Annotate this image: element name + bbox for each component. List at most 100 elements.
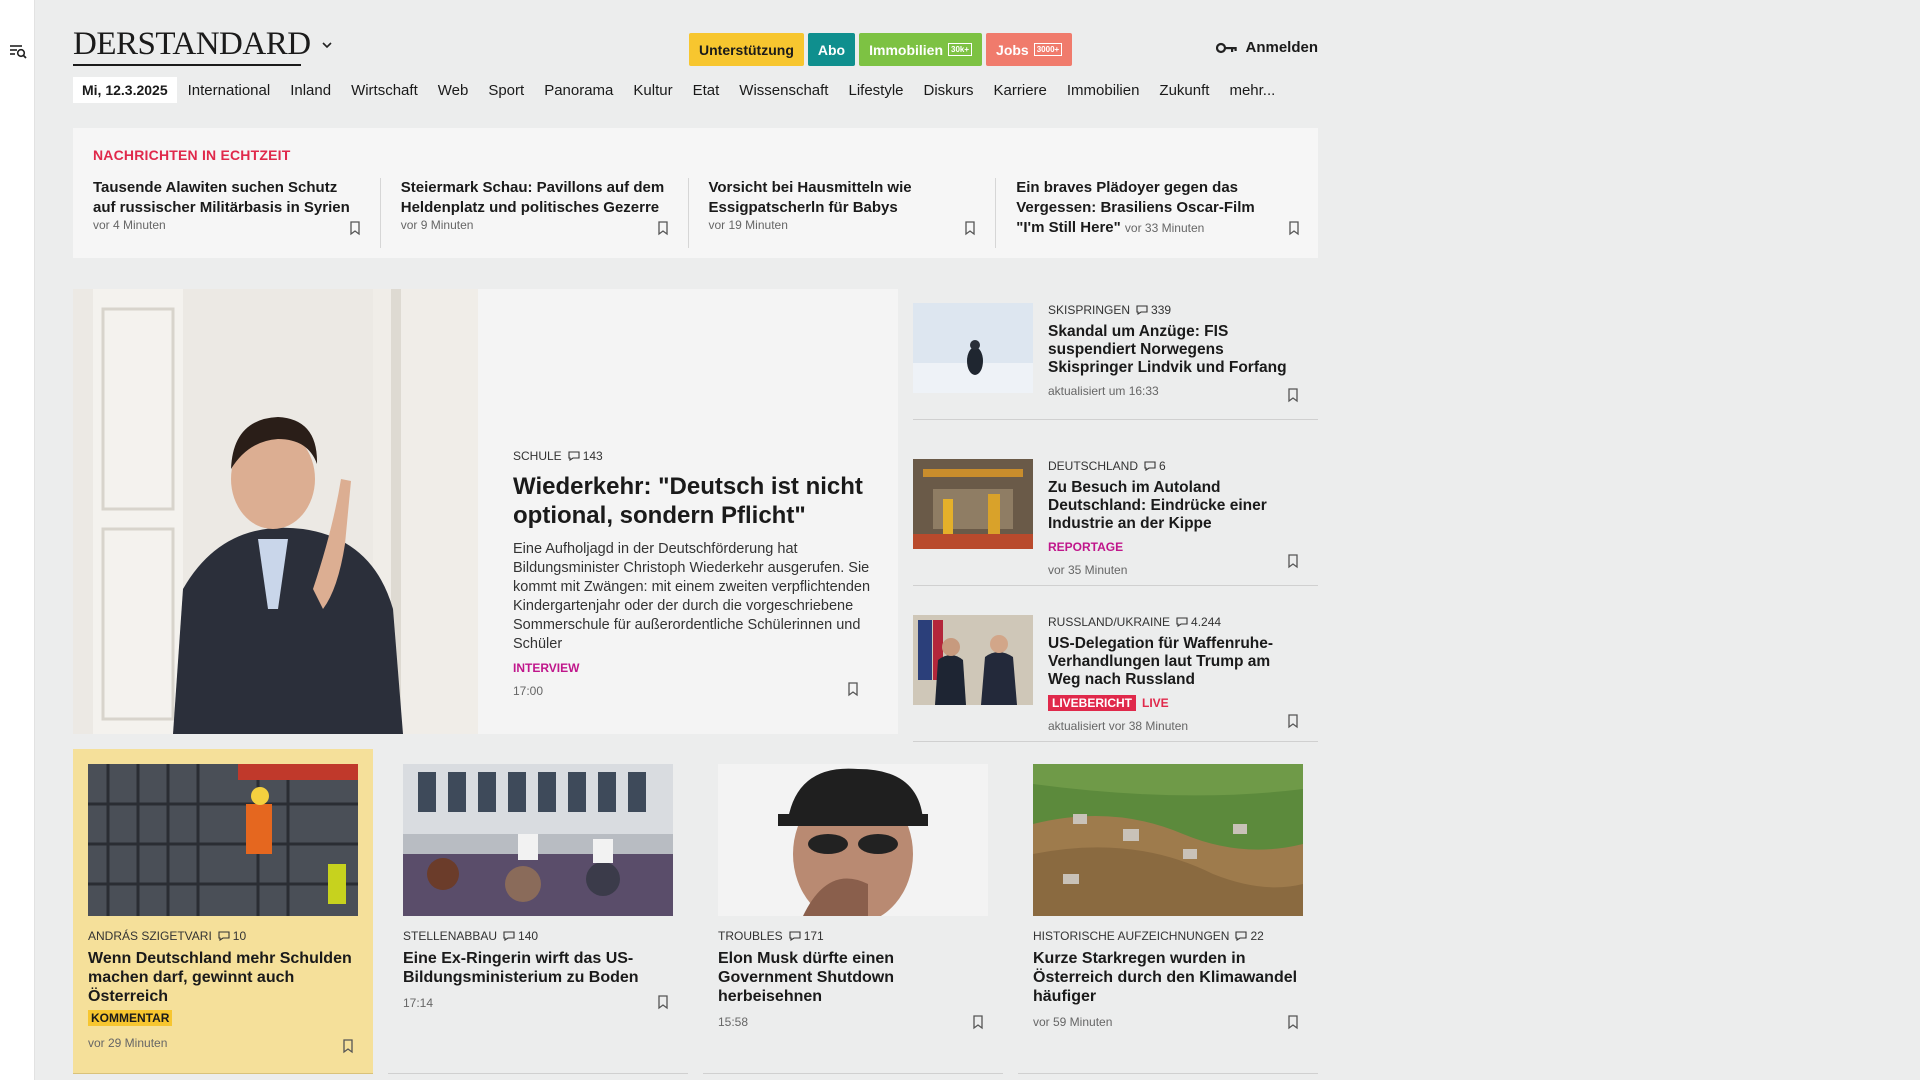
comment-count[interactable]: 4.244 bbox=[1176, 615, 1221, 629]
article-title[interactable]: Kurze Starkregen wurden in Österreich du… bbox=[1033, 949, 1303, 1006]
article-image[interactable] bbox=[1033, 764, 1303, 916]
article-title[interactable]: Wenn Deutschland mehr Schulden machen da… bbox=[88, 949, 358, 1006]
bookmark-icon[interactable] bbox=[656, 994, 670, 1010]
pill-label: Jobs bbox=[996, 41, 1029, 58]
nav-item-kultur[interactable]: Kultur bbox=[633, 82, 672, 99]
bookmark-icon[interactable] bbox=[971, 1014, 985, 1030]
ticker-headline[interactable]: Vorsicht bei Hausmitteln wie Essigpatsch… bbox=[709, 179, 912, 216]
comment-count[interactable]: 140 bbox=[503, 929, 538, 943]
bookmark-icon[interactable] bbox=[1286, 713, 1300, 729]
comment-number: 143 bbox=[582, 449, 603, 463]
nav-item-wirtschaft[interactable]: Wirtschaft bbox=[351, 82, 418, 99]
side-article[interactable]: RUSSLAND/UKRAINE 4.244 US-Delegation für… bbox=[913, 601, 1318, 742]
article-title[interactable]: Wiederkehr: "Deutsch ist nicht optional,… bbox=[513, 472, 873, 530]
comment-count[interactable]: 10 bbox=[218, 929, 246, 943]
site-logo[interactable]: DERSTANDARD bbox=[73, 28, 311, 61]
comment-number: 6 bbox=[1159, 459, 1166, 473]
comment-icon bbox=[503, 931, 515, 941]
nav-item-wissenschaft[interactable]: Wissenschaft bbox=[739, 82, 828, 99]
article-title[interactable]: US-Delegation für Waffenruhe-Verhandlung… bbox=[1048, 635, 1298, 689]
ticker-item[interactable]: Tausende Alawiten suchen Schutz auf russ… bbox=[93, 178, 381, 248]
article-image[interactable] bbox=[88, 764, 358, 916]
nav-item-etat[interactable]: Etat bbox=[693, 82, 720, 99]
live-label: LIVE bbox=[1142, 696, 1169, 710]
live-badge: LIVEBERICHT bbox=[1048, 695, 1137, 711]
pill-label: Unterstützung bbox=[699, 41, 794, 58]
article-title[interactable]: Eine Ex-Ringerin wirft das US-Bildungsmi… bbox=[403, 949, 673, 987]
chevron-down-icon[interactable] bbox=[320, 38, 334, 52]
article-cards: ANDRÁS SZIGETVARI 10 Wenn Deutschland me… bbox=[73, 749, 1318, 1074]
bookmark-icon[interactable] bbox=[1286, 1014, 1300, 1030]
hero-image[interactable] bbox=[73, 289, 478, 734]
support-pill[interactable]: Unterstützung bbox=[689, 33, 804, 66]
current-date: Mi, 12.3.2025 bbox=[73, 77, 177, 103]
section-nav: Mi, 12.3.2025 International Inland Wirts… bbox=[73, 75, 1295, 105]
login-button[interactable]: Anmelden bbox=[1216, 39, 1318, 56]
article-card[interactable]: TROUBLES 171 Elon Musk dürfte einen Gove… bbox=[703, 749, 1003, 1074]
article-time: aktualisiert um 16:33 bbox=[1048, 384, 1159, 398]
top-pills: Unterstützung Abo Immobilien 30k+ Jobs 300… bbox=[689, 33, 1073, 66]
article-kicker: RUSSLAND/UKRAINE bbox=[1048, 615, 1171, 629]
bookmark-icon[interactable] bbox=[1286, 387, 1300, 403]
article-thumbnail[interactable] bbox=[913, 303, 1033, 393]
ticker-item[interactable]: Vorsicht bei Hausmitteln wie Essigpatsch… bbox=[709, 178, 997, 248]
nav-item-lifestyle[interactable]: Lifestyle bbox=[848, 82, 903, 99]
nav-item-international[interactable]: International bbox=[188, 82, 271, 99]
nav-item-zukunft[interactable]: Zukunft bbox=[1159, 82, 1209, 99]
bookmark-icon[interactable] bbox=[348, 220, 362, 236]
article-time: vor 35 Minuten bbox=[1048, 563, 1128, 577]
article-time: aktualisiert vor 38 Minuten bbox=[1048, 719, 1189, 733]
hero-article[interactable]: SCHULE 143 Wiederkehr: "Deutsch ist nich… bbox=[73, 289, 898, 734]
immobilien-pill[interactable]: Immobilien 30k+ bbox=[859, 33, 983, 66]
comment-number: 140 bbox=[518, 929, 539, 943]
article-card[interactable]: ANDRÁS SZIGETVARI 10 Wenn Deutschland me… bbox=[73, 749, 373, 1074]
article-card[interactable]: HISTORISCHE AUFZEICHNUNGEN 22 Kurze Star… bbox=[1018, 749, 1318, 1074]
bookmark-icon[interactable] bbox=[656, 220, 670, 236]
comment-number: 339 bbox=[1151, 303, 1172, 317]
article-kicker: SCHULE bbox=[513, 449, 562, 463]
ticker-time: vor 19 Minuten bbox=[708, 218, 788, 232]
comment-count[interactable]: 143 bbox=[568, 449, 603, 463]
article-title[interactable]: Zu Besuch im Autoland Deutschland: Eindr… bbox=[1048, 479, 1298, 533]
card-divider bbox=[703, 1073, 1003, 1074]
login-label: Anmelden bbox=[1245, 39, 1318, 56]
nav-item-panorama[interactable]: Panorama bbox=[544, 82, 613, 99]
bookmark-icon[interactable] bbox=[341, 1038, 355, 1054]
article-title[interactable]: Elon Musk dürfte einen Government Shutdo… bbox=[718, 949, 988, 1006]
side-article[interactable]: SKISPRINGEN 339 Skandal um Anzüge: FIS s… bbox=[913, 289, 1318, 420]
ticker-item[interactable]: Steiermark Schau: Pavillons auf dem Held… bbox=[401, 178, 689, 248]
nav-item-diskurs[interactable]: Diskurs bbox=[924, 82, 974, 99]
ticker-headline[interactable]: Steiermark Schau: Pavillons auf dem Held… bbox=[401, 179, 664, 216]
article-time: 17:00 bbox=[513, 684, 544, 698]
nav-item-inland[interactable]: Inland bbox=[290, 82, 331, 99]
comment-count[interactable]: 339 bbox=[1136, 303, 1171, 317]
nav-item-more[interactable]: mehr... bbox=[1229, 82, 1275, 99]
article-card[interactable]: STELLENABBAU 140 Eine Ex-Ringerin wirft … bbox=[388, 749, 688, 1074]
article-thumbnail[interactable] bbox=[913, 615, 1033, 705]
comment-icon bbox=[1136, 305, 1148, 315]
article-title[interactable]: Skandal um Anzüge: FIS suspendiert Norwe… bbox=[1048, 323, 1298, 377]
news-ticker: NACHRICHTEN IN ECHTZEIT Tausende Alawite… bbox=[73, 128, 1318, 258]
article-image[interactable] bbox=[718, 764, 988, 916]
menu-search-icon[interactable] bbox=[8, 42, 28, 62]
comment-count[interactable]: 171 bbox=[789, 929, 824, 943]
ticker-headline[interactable]: Tausende Alawiten suchen Schutz auf russ… bbox=[93, 179, 350, 216]
comment-count[interactable]: 6 bbox=[1144, 459, 1166, 473]
article-thumbnail[interactable] bbox=[913, 459, 1033, 549]
nav-item-web[interactable]: Web bbox=[438, 82, 469, 99]
bookmark-icon[interactable] bbox=[846, 681, 860, 697]
bookmark-icon[interactable] bbox=[963, 220, 977, 236]
bookmark-icon[interactable] bbox=[1287, 220, 1301, 236]
comment-icon bbox=[218, 931, 230, 941]
nav-item-immobilien[interactable]: Immobilien bbox=[1067, 82, 1140, 99]
side-article[interactable]: DEUTSCHLAND 6 Zu Besuch im Autoland Deut… bbox=[913, 445, 1318, 586]
nav-item-karriere[interactable]: Karriere bbox=[994, 82, 1047, 99]
bookmark-icon[interactable] bbox=[1286, 553, 1300, 569]
nav-item-sport[interactable]: Sport bbox=[488, 82, 524, 99]
jobs-pill[interactable]: Jobs 3000+ bbox=[986, 33, 1073, 66]
abo-pill[interactable]: Abo bbox=[807, 33, 856, 66]
ticker-item[interactable]: Ein braves Plädoyer gegen das Vergessen:… bbox=[1016, 178, 1303, 248]
article-image[interactable] bbox=[403, 764, 673, 916]
comment-count[interactable]: 22 bbox=[1235, 929, 1264, 943]
card-divider bbox=[1018, 1073, 1318, 1074]
